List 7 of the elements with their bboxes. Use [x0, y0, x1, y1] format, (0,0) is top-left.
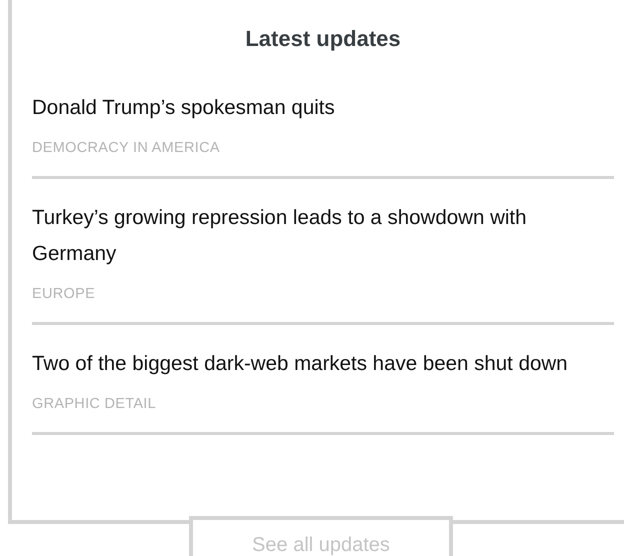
section-label: GRAPHIC DETAIL: [32, 395, 157, 414]
section-label: DEMOCRACY IN AMERICA: [32, 139, 221, 158]
headline-link[interactable]: Two of the biggest dark-web markets have been shut down: [32, 346, 614, 382]
panel-title: Latest updates: [244, 25, 402, 53]
section-label: EUROPE: [32, 285, 96, 304]
headline-link[interactable]: Turkey’s growing repression leads to a showdown with Germany: [32, 200, 614, 272]
headline-link[interactable]: Donald Trump’s spokesman quits: [32, 90, 614, 126]
